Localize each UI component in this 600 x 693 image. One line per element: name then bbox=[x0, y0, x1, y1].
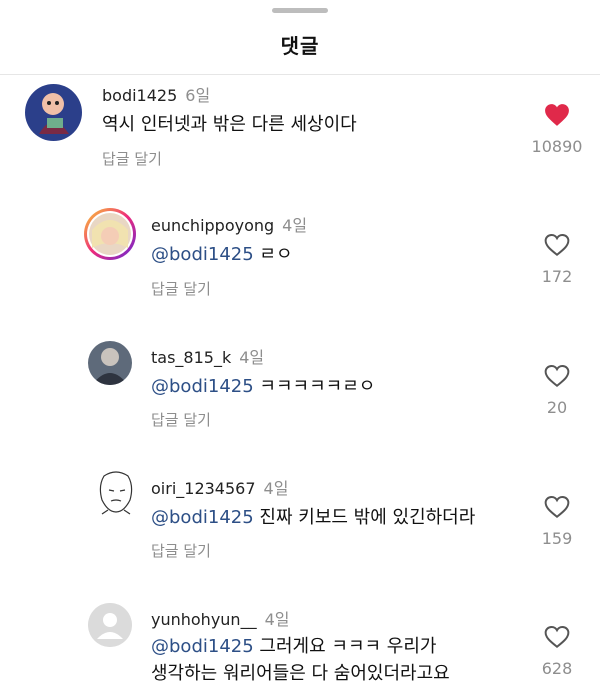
heart-outline-icon bbox=[544, 626, 570, 648]
comment-time: 4일 bbox=[282, 216, 308, 235]
like-count: 10890 bbox=[531, 137, 583, 156]
comment-text-line2: 생각하는 워리어들은 다 숨어있더라고요 bbox=[151, 663, 450, 684]
default-avatar[interactable] bbox=[88, 603, 132, 647]
username[interactable]: oiri_1234567 bbox=[151, 479, 256, 498]
comment-body: 진짜 키보드 밖에 있긴하더라 bbox=[259, 507, 476, 528]
comment-text: @bodi1425 ㅋㅋㅋㅋㅋㄹㅇ bbox=[151, 372, 375, 402]
comment-body: ㅋㅋㅋㅋㅋㄹㅇ bbox=[259, 376, 376, 397]
meme-face-avatar[interactable] bbox=[94, 470, 138, 520]
username[interactable]: bodi1425 bbox=[102, 86, 177, 105]
comment-text: @bodi1425 그러게요 ㅋㅋㅋ 우리가 bbox=[151, 632, 436, 662]
comment-body: 역시 인터넷과 밖은 다른 세상이다 bbox=[102, 114, 357, 135]
comment-time: 4일 bbox=[239, 348, 265, 367]
comment-text: @bodi1425 ㄹㅇ bbox=[151, 240, 293, 270]
like-count: 172 bbox=[541, 267, 573, 286]
like-button[interactable]: 172 bbox=[527, 233, 587, 286]
heart-filled-icon bbox=[545, 104, 569, 126]
reply-button[interactable]: 답글 달기 bbox=[151, 409, 211, 430]
comment-body: 그러게요 ㅋㅋㅋ 우리가 bbox=[259, 636, 437, 657]
username[interactable]: tas_815_k bbox=[151, 348, 231, 367]
comment-text: 역시 인터넷과 밖은 다른 세상이다 bbox=[102, 110, 357, 140]
mention-link[interactable]: @bodi1425 bbox=[151, 376, 254, 397]
comments-sheet: 댓글 bodi1425 6일 역시 인터넷과 밖은 다른 세상이다 답글 달기 1… bbox=[0, 0, 600, 693]
reply-button[interactable]: 답글 달기 bbox=[102, 148, 162, 169]
mention-link[interactable]: @bodi1425 bbox=[151, 244, 254, 265]
like-button[interactable]: 20 bbox=[527, 364, 587, 417]
heart-outline-icon bbox=[544, 496, 570, 518]
username[interactable]: eunchippoyong bbox=[151, 216, 274, 235]
like-button[interactable]: 628 bbox=[527, 625, 587, 678]
heart-outline-icon bbox=[544, 234, 570, 256]
mention-link[interactable]: @bodi1425 bbox=[151, 507, 254, 528]
drawing-avatar[interactable] bbox=[25, 84, 82, 141]
drag-handle[interactable] bbox=[272, 8, 328, 13]
comment-time: 4일 bbox=[263, 479, 289, 498]
mention-link[interactable]: @bodi1425 bbox=[151, 636, 254, 657]
like-count: 159 bbox=[541, 529, 573, 548]
divider bbox=[0, 74, 600, 75]
photo-avatar-story-ring[interactable] bbox=[84, 208, 136, 260]
comment-time: 6일 bbox=[185, 86, 211, 105]
comment-text: @bodi1425 진짜 키보드 밖에 있긴하더라 bbox=[151, 503, 475, 533]
heart-outline-icon bbox=[544, 365, 570, 387]
like-button[interactable]: 10890 bbox=[527, 103, 587, 156]
comment-body: ㄹㅇ bbox=[259, 244, 293, 265]
sheet-title: 댓글 bbox=[280, 34, 320, 58]
reply-button[interactable]: 답글 달기 bbox=[151, 278, 211, 299]
like-count: 628 bbox=[541, 659, 573, 678]
like-count: 20 bbox=[546, 398, 568, 417]
photo-avatar[interactable] bbox=[88, 341, 132, 385]
like-button[interactable]: 159 bbox=[527, 495, 587, 548]
comment-time: 4일 bbox=[264, 610, 290, 629]
reply-button[interactable]: 답글 달기 bbox=[151, 540, 211, 561]
username[interactable]: yunhohyun__ bbox=[151, 610, 257, 629]
